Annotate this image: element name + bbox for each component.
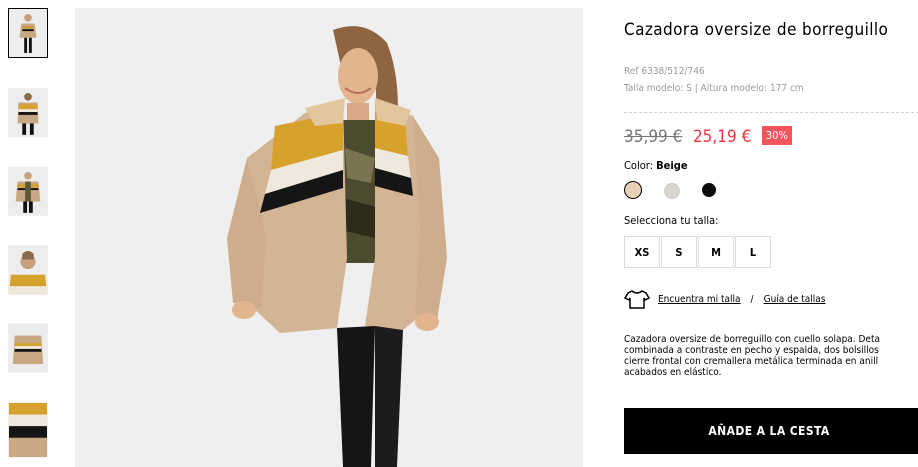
color-label-prefix: Color: (624, 159, 653, 172)
sale-price: 25,19 € (692, 127, 752, 147)
size-button-s[interactable]: S (661, 236, 697, 268)
product-title: Cazadora oversize de borreguillo (624, 20, 889, 40)
thumbnail-fabric-detail[interactable] (8, 402, 48, 458)
description-line: Cazadora oversize de borreguillo con cue… (624, 334, 881, 345)
size-selector: XS S M L (624, 236, 772, 268)
thumbnail-front-open[interactable] (8, 166, 48, 216)
link-separator: / (750, 293, 754, 305)
t-shirt-icon (624, 290, 650, 309)
thumbnail-back-view[interactable] (8, 88, 48, 138)
add-to-cart-button[interactable]: AÑADE A LA CESTA (624, 408, 918, 454)
color-swatch-black[interactable] (702, 183, 716, 197)
size-button-l[interactable]: L (735, 236, 771, 268)
model-info: Talla modelo: S | Altura modelo: 177 cm (624, 83, 804, 94)
size-button-xs[interactable]: XS (624, 236, 660, 268)
size-guide-link[interactable]: Guía de tallas (764, 294, 826, 305)
description-line: cierre frontal con cremallera metálica t… (624, 356, 879, 367)
old-price: 35,99 € (624, 127, 683, 147)
thumbnail-flat-lay[interactable] (8, 323, 48, 373)
color-swatch-light-grey[interactable] (664, 183, 680, 199)
color-value: Beige (656, 159, 688, 172)
thumbnail-collar-closeup[interactable] (8, 245, 48, 295)
size-prompt: Selecciona tu talla: (624, 214, 719, 227)
divider (624, 112, 918, 113)
color-swatch-beige[interactable] (624, 181, 642, 199)
discount-badge: 30% (761, 126, 792, 145)
size-help-row: Encuentra mi talla / Guía de tallas (624, 288, 825, 310)
product-description: Cazadora oversize de borreguillo con cue… (624, 334, 918, 378)
find-my-size-link[interactable]: Encuentra mi talla (658, 294, 741, 305)
description-line: combinada a contraste en pecho y espalda… (624, 345, 879, 356)
thumbnail-full-body-front[interactable] (8, 8, 48, 58)
color-label: Color: Beige (624, 159, 688, 172)
price-row: 35,99 € 25,19 € 30% (624, 126, 792, 148)
product-reference: Ref 6338/512/746 (624, 66, 705, 77)
size-button-m[interactable]: M (698, 236, 734, 268)
main-product-image[interactable] (75, 8, 583, 467)
add-to-cart-label: AÑADE A LA CESTA (708, 424, 830, 438)
description-line: acabados en elástico. (624, 367, 722, 378)
